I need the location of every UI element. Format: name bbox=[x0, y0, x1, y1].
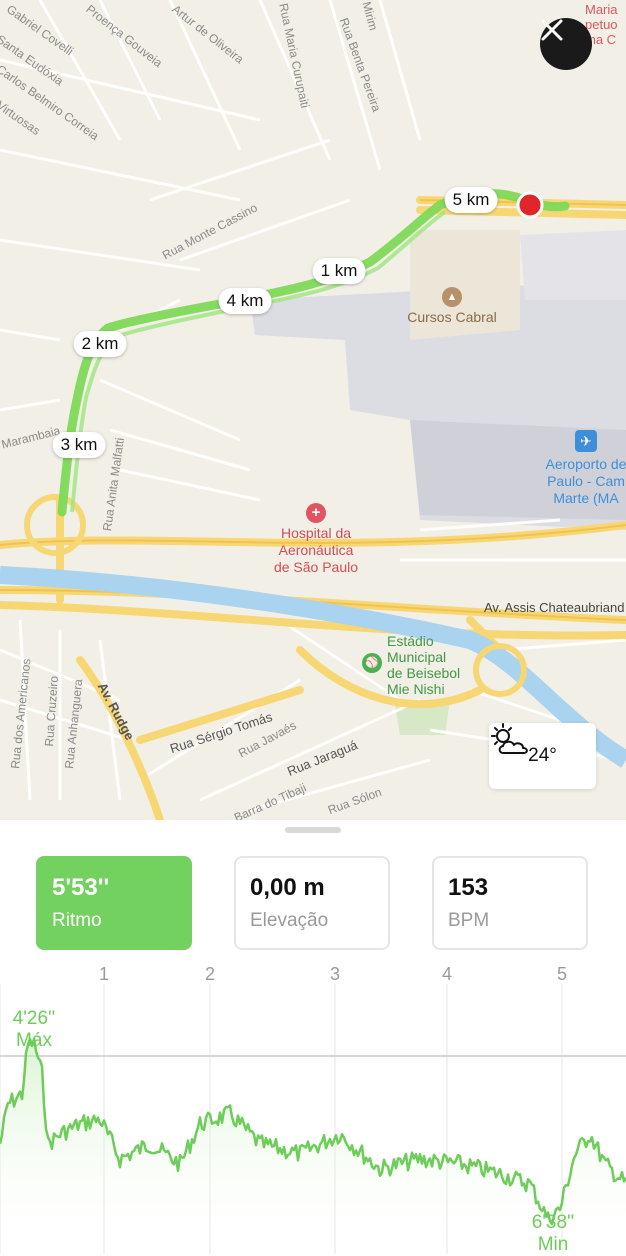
chart-x-tick: 2 bbox=[204, 964, 216, 984]
max-pace-caption: Máx bbox=[16, 1030, 52, 1051]
km-marker-4[interactable]: 4 km bbox=[218, 288, 272, 314]
chart-x-tick: 4 bbox=[441, 964, 453, 984]
map-canvas bbox=[0, 0, 626, 822]
km-marker-5[interactable]: 5 km bbox=[444, 187, 498, 213]
max-pace-value: 4'26'' bbox=[12, 1008, 56, 1029]
school-label: Cursos Cabral bbox=[407, 309, 497, 325]
airport-label: Aeroporto de Paulo - Cam Marte (MA bbox=[545, 456, 626, 506]
chart-x-tick: 3 bbox=[329, 964, 341, 984]
elevation-tile[interactable]: 0,00 m Elevação bbox=[234, 856, 390, 950]
close-icon bbox=[541, 19, 563, 41]
drag-handle[interactable] bbox=[285, 827, 341, 833]
max-pace-label: 4'26'' Máx bbox=[4, 1008, 64, 1052]
km-marker-3[interactable]: 3 km bbox=[52, 432, 106, 458]
hospital-poi[interactable]: + Hospital da Aeronáutica de São Paulo bbox=[258, 503, 374, 576]
street-label: Av. Assis Chateaubriand bbox=[484, 600, 625, 615]
pace-value: 5'53'' bbox=[52, 874, 110, 901]
elevation-label: Elevação bbox=[250, 910, 329, 931]
hospital-label: Hospital da Aeronáutica de São Paulo bbox=[273, 525, 359, 575]
bpm-tile[interactable]: 153 BPM bbox=[432, 856, 588, 950]
temperature: 24° bbox=[528, 745, 557, 766]
bpm-value: 153 bbox=[448, 874, 489, 901]
stats-sheet: 5'53'' Ritmo 0,00 m Elevação 153 BPM 1 2… bbox=[0, 820, 626, 1256]
pace-label: Ritmo bbox=[52, 910, 102, 931]
elevation-value: 0,00 m bbox=[250, 874, 325, 901]
km-marker-1[interactable]: 1 km bbox=[312, 258, 366, 284]
school-icon: ▲ bbox=[442, 287, 462, 307]
min-pace-label: 6'38'' Min bbox=[520, 1212, 586, 1256]
airport-icon: ✈ bbox=[575, 430, 597, 452]
route-map[interactable]: Gabriel Covelli Santa Eudóxia Carlos Bel… bbox=[0, 0, 626, 822]
chart-x-tick: 1 bbox=[98, 964, 110, 984]
hospital-icon: + bbox=[306, 503, 326, 523]
stadium-label: Estádio Municipal de Beisebol Mie Nishi bbox=[387, 633, 461, 697]
km-marker-2[interactable]: 2 km bbox=[73, 331, 127, 357]
partly-cloudy-icon bbox=[491, 723, 528, 754]
stadium-icon: ⚾ bbox=[362, 653, 382, 673]
close-button[interactable] bbox=[540, 18, 592, 70]
min-pace-caption: Min bbox=[537, 1234, 569, 1255]
airport-poi[interactable]: ✈ Aeroporto de Paulo - Cam Marte (MA bbox=[536, 430, 626, 507]
bpm-label: BPM bbox=[448, 910, 490, 931]
chart-x-tick: 5 bbox=[556, 964, 568, 984]
min-pace-value: 6'38'' bbox=[531, 1212, 575, 1233]
pace-tile[interactable]: 5'53'' Ritmo bbox=[36, 856, 192, 950]
weather-badge: 24° bbox=[489, 723, 596, 789]
school-poi[interactable]: ▲ Cursos Cabral bbox=[400, 287, 504, 325]
